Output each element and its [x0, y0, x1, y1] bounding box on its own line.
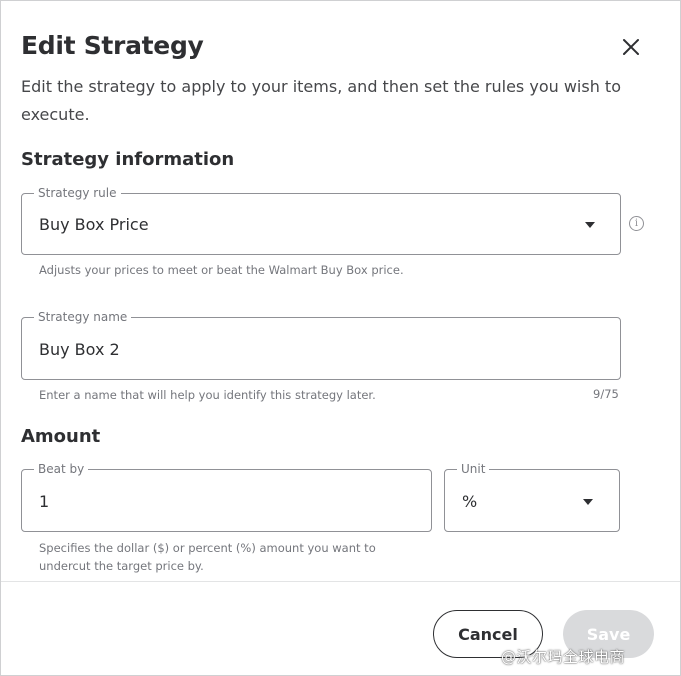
dialog-title: Edit Strategy [21, 31, 204, 60]
amount-helper: Specifies the dollar ($) or percent (%) … [39, 541, 376, 573]
beat-by-input[interactable]: 1 [39, 492, 49, 511]
unit-label: Unit [457, 462, 490, 476]
strategy-rule-label: Strategy rule [34, 186, 121, 200]
strategy-name-helper: Enter a name that will help you identify… [39, 388, 376, 402]
strategy-name-counter: 9/75 [593, 387, 619, 401]
beat-by-field[interactable]: Beat by 1 [21, 462, 432, 532]
strategy-name-label: Strategy name [34, 310, 132, 324]
strategy-rule-select[interactable]: Strategy rule Buy Box Price [21, 186, 621, 255]
footer-divider [1, 581, 680, 582]
strategy-information-heading: Strategy information [21, 149, 235, 170]
caret-down-icon[interactable] [585, 222, 595, 228]
watermark: @沃尔玛全球电商 [501, 648, 626, 666]
close-icon[interactable] [617, 33, 645, 61]
amount-heading: Amount [21, 426, 101, 447]
caret-down-icon[interactable] [583, 499, 593, 505]
strategy-name-input[interactable]: Buy Box 2 [39, 340, 120, 359]
strategy-rule-value: Buy Box Price [39, 215, 149, 234]
unit-value: % [462, 492, 478, 511]
unit-select[interactable]: Unit % [444, 462, 620, 532]
info-icon[interactable]: i [629, 216, 644, 231]
dialog-description: Edit the strategy to apply to your items… [21, 77, 621, 124]
strategy-rule-helper: Adjusts your prices to meet or beat the … [39, 263, 404, 277]
edit-strategy-dialog: Edit Strategy Edit the strategy to apply… [0, 0, 681, 676]
beat-by-label: Beat by [34, 462, 89, 476]
strategy-name-field[interactable]: Strategy name Buy Box 2 [21, 310, 621, 380]
